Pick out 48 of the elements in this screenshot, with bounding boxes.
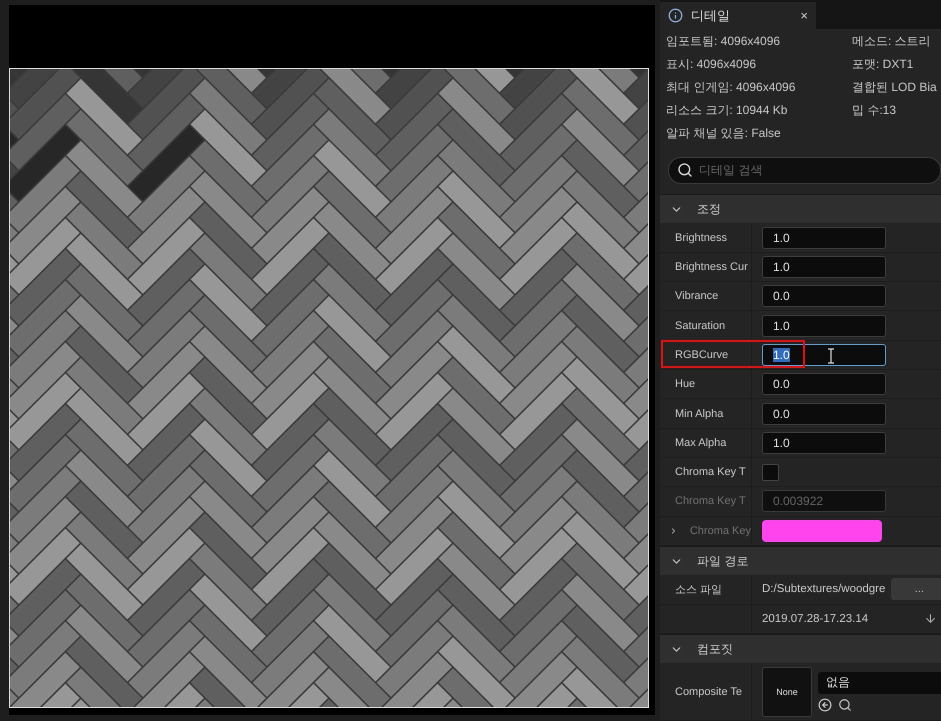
search-icon[interactable] <box>838 698 852 712</box>
file-path-text: D:/Subtextures/woodgre <box>762 583 886 596</box>
info-text: 표시: 4096x4096 <box>666 56 758 74</box>
number-field[interactable]: 1.0 <box>762 314 886 337</box>
arrow-left-circle-icon[interactable] <box>818 698 832 712</box>
download-arrow-icon[interactable] <box>924 612 937 626</box>
info-text: 메소드: 스트리 <box>852 33 932 50</box>
search-icon <box>677 162 693 178</box>
property-label: 소스 파일 <box>660 575 752 604</box>
info-icon <box>668 8 683 24</box>
property-label: Vibrance <box>660 282 752 310</box>
close-button[interactable]: × <box>800 8 808 24</box>
details-tab[interactable]: 디테일 × <box>660 2 816 30</box>
browse-button[interactable]: ... <box>891 578 941 600</box>
number-field[interactable]: 0.0 <box>762 373 886 396</box>
text-cursor-icon <box>827 348 835 364</box>
number-field[interactable]: 1.0 <box>762 256 886 278</box>
info-text: 포맷: DXT1 <box>852 56 914 74</box>
property-label: Composite Te <box>660 663 752 720</box>
number-field[interactable]: 1.0 <box>762 226 886 249</box>
number-field[interactable]: 1.0 <box>762 432 886 454</box>
info-text: 알파 채널 있음: False <box>666 125 782 142</box>
section-header[interactable]: 컴포짓 <box>660 634 941 664</box>
selected-text: 1.0 <box>773 348 790 362</box>
texture-thumbnail[interactable]: None <box>762 666 812 717</box>
property-label: Min Alpha <box>660 399 752 428</box>
property-label: Max Alpha <box>660 428 752 457</box>
timestamp-text: 2019.07.28-17.23.14 <box>762 612 868 625</box>
number-field[interactable]: 0.0 <box>762 402 886 424</box>
section-header[interactable]: 파일 경로 <box>660 546 941 576</box>
number-field[interactable]: 0.0 <box>762 285 886 308</box>
info-text: 임포트됨: 4096x4096 <box>666 33 782 50</box>
number-field[interactable]: 1.0 <box>762 344 886 366</box>
info-text: 최대 인게임: 4096x4096 <box>666 79 796 96</box>
property-label: Chroma Key T <box>660 487 752 516</box>
info-text: 밉 수:13 <box>852 102 898 120</box>
property-label: Hue <box>660 370 752 398</box>
property-label: RGBCurve <box>660 340 752 370</box>
property-label: Brightness <box>660 223 752 252</box>
property-label: Brightness Cur <box>660 252 752 282</box>
info-text: 결합된 LOD Bia <box>852 79 938 96</box>
checkbox[interactable] <box>762 464 779 481</box>
info-text: 리소스 크기: 10944 Kb <box>666 102 788 120</box>
property-label: Saturation <box>660 311 752 340</box>
asset-dropdown[interactable]: 없음 <box>818 672 941 694</box>
section-header[interactable]: 조정 <box>660 194 941 224</box>
property-label: Chroma Key <box>690 524 751 537</box>
property-label: Chroma Key T <box>660 458 752 486</box>
